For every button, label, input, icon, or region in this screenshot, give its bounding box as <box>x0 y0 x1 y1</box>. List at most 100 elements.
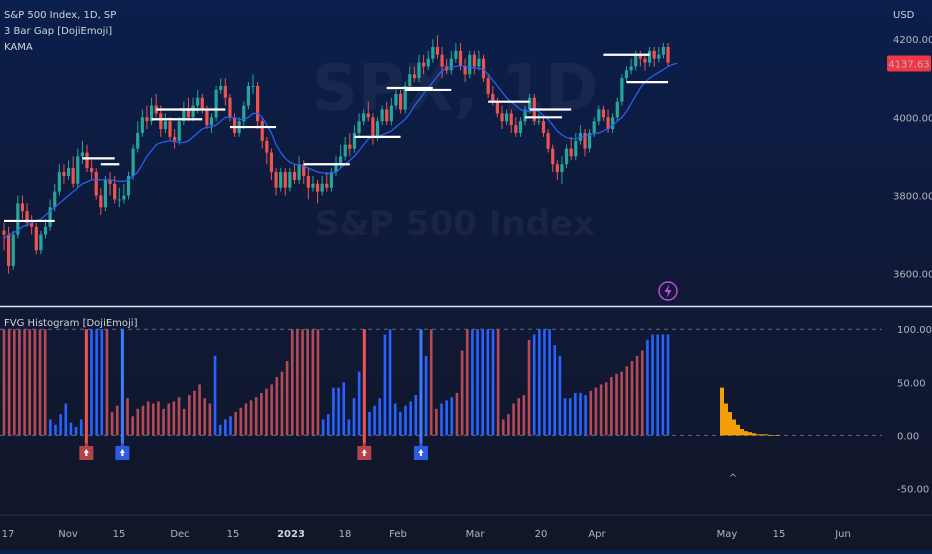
projection-bar <box>756 434 760 436</box>
hist-bar <box>337 387 340 436</box>
hist-tick-label: 50.00 <box>897 378 926 389</box>
hist-bar <box>383 334 387 436</box>
hist-bar <box>332 387 335 436</box>
candle-body <box>219 86 223 90</box>
candle-body <box>366 113 370 118</box>
hist-bar <box>301 329 304 436</box>
candle-body <box>440 54 444 67</box>
hist-bar <box>49 419 52 436</box>
currency-label: USD <box>893 10 915 21</box>
hist-bar <box>435 408 438 436</box>
hist-bar <box>18 329 21 436</box>
projection-caret: ^ <box>729 473 737 484</box>
hist-bar <box>440 403 443 436</box>
candle-body <box>186 109 191 118</box>
hist-bar <box>105 329 109 436</box>
hist-bar <box>224 419 227 436</box>
hist-bar <box>167 403 171 436</box>
hist-bar <box>414 395 418 436</box>
candle-body <box>140 117 144 133</box>
hist-bar <box>270 384 273 436</box>
candle-body <box>389 105 393 122</box>
candle-body <box>7 234 11 266</box>
candle-body <box>103 179 108 208</box>
hist-bar <box>424 355 428 436</box>
hist-bar <box>33 329 37 436</box>
hist-bar <box>249 400 253 436</box>
candle-body <box>514 125 518 133</box>
hist-bar <box>182 408 186 436</box>
projection-bar <box>768 435 772 436</box>
hist-bar <box>172 401 176 436</box>
candle-body <box>468 54 472 75</box>
candle-body <box>288 172 292 188</box>
candle-body <box>472 54 476 67</box>
hist-bar <box>296 329 299 436</box>
hist-bar <box>188 395 191 436</box>
hist-bar <box>445 400 448 436</box>
candle-body <box>131 148 135 176</box>
hist-bar <box>151 403 155 436</box>
candle-body <box>283 172 287 188</box>
candle-body <box>555 164 559 173</box>
hist-bar <box>239 407 243 436</box>
hist-bar <box>378 398 382 436</box>
hist-bar <box>357 371 361 436</box>
candle-body <box>491 93 495 102</box>
candle-body <box>196 97 200 106</box>
candle-body <box>99 195 103 208</box>
hist-bar <box>568 398 572 436</box>
chart-canvas: SPX, 1D S&P 500 Index 4200.00 4000.00 3800.0… <box>0 35 932 540</box>
hist-bar <box>260 392 263 436</box>
candle-body <box>279 172 283 188</box>
hist-bar <box>100 329 104 436</box>
candle-body <box>168 121 172 137</box>
candle-body <box>80 152 84 157</box>
projection-bar <box>760 434 764 436</box>
candle-body <box>643 58 647 63</box>
last-price-label: 4137.63 <box>888 59 929 70</box>
indicator-kama[interactable]: KAMA <box>4 42 33 53</box>
candle-body <box>666 46 670 63</box>
candle-body <box>191 105 195 118</box>
hist-bar <box>193 390 196 436</box>
projection-bar <box>740 429 744 436</box>
candle-body <box>551 148 555 165</box>
candle-body <box>177 121 181 141</box>
candle-body <box>76 156 80 184</box>
candle-body <box>20 203 25 212</box>
indicator-3-bar-gap[interactable]: 3 Bar Gap [DojiEmoji] <box>4 26 112 37</box>
hist-bar <box>321 419 325 436</box>
hist-bar <box>589 390 593 436</box>
hist-bar <box>640 350 644 436</box>
hist-bar <box>399 412 402 436</box>
candle-body <box>205 109 209 126</box>
hist-signal-bull <box>419 329 423 444</box>
candle-body <box>320 183 324 192</box>
hist-bar <box>74 426 78 436</box>
candle-body <box>228 97 232 118</box>
lower-pane-title[interactable]: FVG Histogram [DojiEmoji] <box>4 318 138 329</box>
hist-bar <box>620 371 623 436</box>
hist-bar <box>59 414 62 436</box>
hist-bar <box>630 361 634 436</box>
hist-bar <box>198 384 201 436</box>
candle-body <box>560 164 564 173</box>
hist-bar <box>501 419 505 436</box>
hist-bar <box>574 392 577 436</box>
candle-body <box>481 58 486 79</box>
hist-bar <box>656 334 660 436</box>
hist-bar <box>553 345 557 436</box>
price-tick-label: 3600.00 <box>893 270 932 281</box>
date-tick-label: 15 <box>227 529 240 540</box>
hist-bar <box>507 414 510 436</box>
hist-bar <box>666 334 670 436</box>
hist-bar <box>579 392 582 436</box>
hist-bar <box>527 339 531 436</box>
date-tick-label: 20 <box>535 529 548 540</box>
hist-bar <box>12 329 16 436</box>
candle-body <box>518 121 523 133</box>
symbol-title[interactable]: S&P 500 Index, 1D, SP <box>4 10 116 21</box>
candle-body <box>352 132 357 149</box>
hist-bar <box>203 398 207 436</box>
